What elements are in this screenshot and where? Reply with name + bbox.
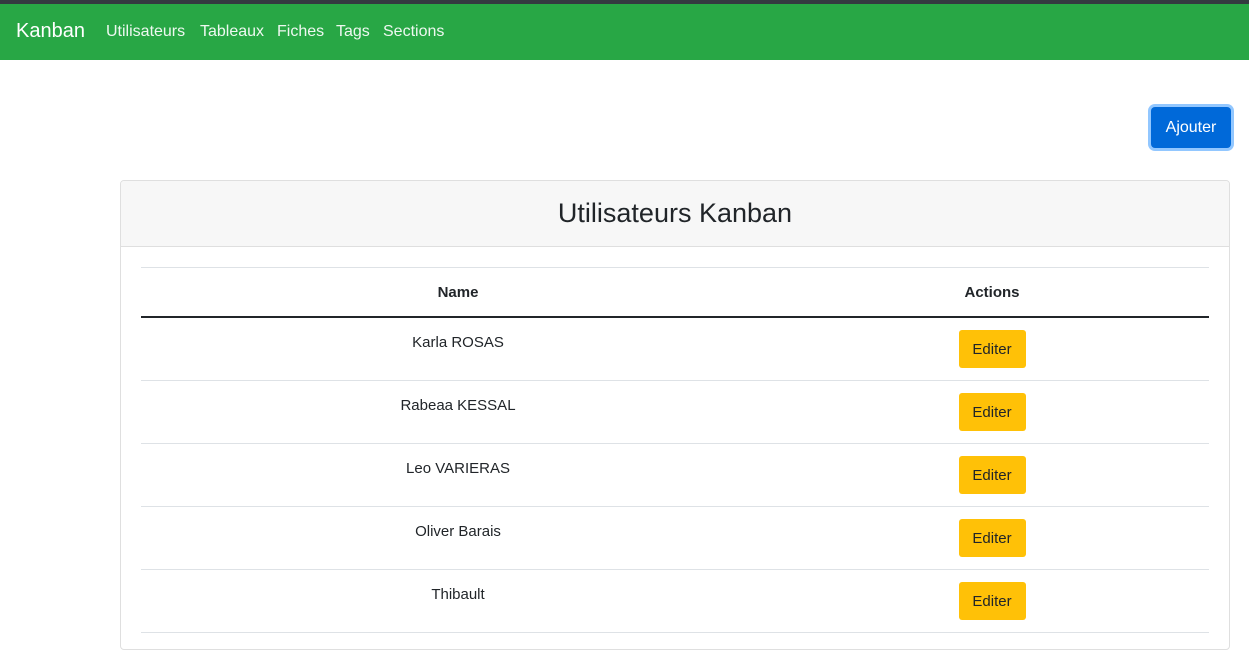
- nav-link-sections[interactable]: Sections: [383, 22, 444, 42]
- actions-cell: Editer: [775, 318, 1209, 368]
- edit-button[interactable]: Editer: [958, 519, 1026, 557]
- table-row: Leo VARIERAS Editer: [141, 444, 1209, 507]
- actions-cell: Editer: [775, 381, 1209, 431]
- navbar: Kanban Utilisateurs Tableaux Fiches Tags…: [0, 4, 1249, 60]
- add-button[interactable]: Ajouter: [1151, 107, 1231, 148]
- actions-cell: Editer: [775, 507, 1209, 557]
- user-name: Rabeaa KESSAL: [400, 397, 516, 414]
- edit-button[interactable]: Editer: [958, 330, 1026, 368]
- edit-button[interactable]: Editer: [958, 456, 1026, 494]
- edit-button[interactable]: Editer: [958, 582, 1026, 620]
- users-card: Utilisateurs Kanban Name Actions Karla R…: [120, 180, 1230, 650]
- brand-link[interactable]: Kanban: [16, 19, 85, 43]
- page-title: Utilisateurs Kanban: [557, 198, 793, 228]
- user-name: Karla ROSAS: [412, 334, 504, 351]
- column-header-actions: Actions: [964, 283, 1020, 301]
- user-name: Oliver Barais: [415, 523, 501, 540]
- edit-button[interactable]: Editer: [958, 393, 1026, 431]
- user-name: Leo VARIERAS: [406, 460, 510, 477]
- table-row: Oliver Barais Editer: [141, 507, 1209, 570]
- card-header: Utilisateurs Kanban: [121, 181, 1229, 247]
- user-name: Thibault: [431, 586, 485, 603]
- table-row: Rabeaa KESSAL Editer: [141, 381, 1209, 444]
- table-row: Thibault Editer: [141, 570, 1209, 633]
- users-table: Name Actions Karla ROSAS Editer Rabeaa K…: [141, 267, 1209, 633]
- actions-cell: Editer: [775, 444, 1209, 494]
- nav-link-utilisateurs[interactable]: Utilisateurs: [106, 22, 185, 42]
- table-header-row: Name Actions: [141, 267, 1209, 318]
- nav-link-fiches[interactable]: Fiches: [277, 22, 324, 42]
- table-row: Karla ROSAS Editer: [141, 318, 1209, 381]
- actions-cell: Editer: [775, 570, 1209, 620]
- nav-link-tags[interactable]: Tags: [336, 22, 370, 42]
- column-header-name: Name: [437, 283, 479, 301]
- nav-link-tableaux[interactable]: Tableaux: [200, 22, 264, 42]
